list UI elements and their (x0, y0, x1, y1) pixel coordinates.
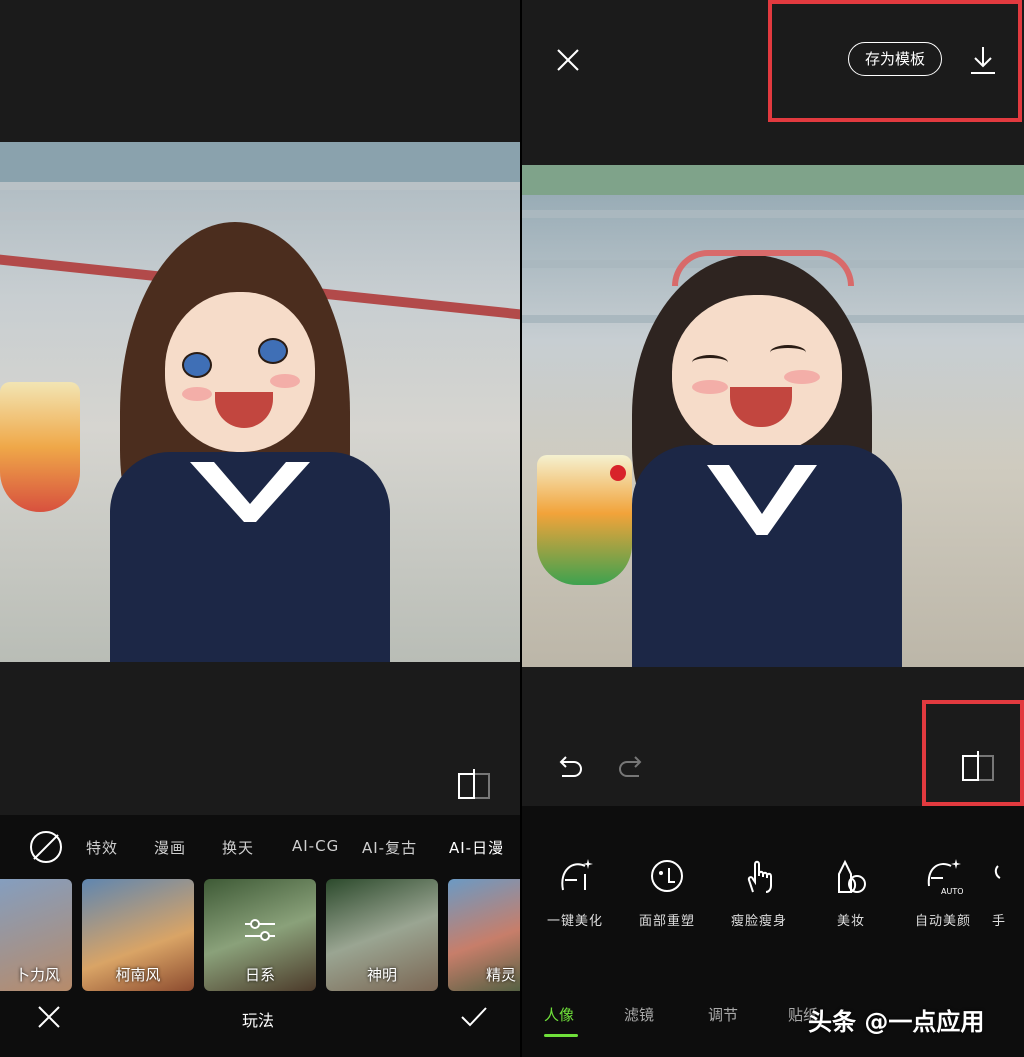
style-thumb[interactable]: 精灵 (448, 879, 520, 991)
save-template-button[interactable]: 存为模板 (848, 42, 942, 76)
style-thumb[interactable]: 神明 (326, 879, 438, 991)
svg-text:AUTO: AUTO (941, 887, 963, 896)
tab-ai-cg[interactable]: AI-CG (292, 837, 339, 855)
auto-beauty-icon: AUTO (923, 856, 964, 896)
face-reshape-icon (647, 856, 687, 896)
hand-touch-icon (739, 856, 779, 896)
tool-hand[interactable]: 手 (992, 856, 1024, 929)
sliders-icon[interactable] (243, 915, 277, 945)
tool-one-click-beautify[interactable]: 一键美化 (532, 856, 618, 929)
tab-sky[interactable]: 换天 (222, 837, 254, 858)
anime-photo-left (0, 142, 520, 662)
style-thumb-selected[interactable]: 日系 (204, 879, 316, 991)
close-icon[interactable] (556, 48, 580, 72)
tool-face-reshape[interactable]: 面部重塑 (624, 856, 710, 929)
close-icon[interactable] (37, 1005, 61, 1029)
download-icon[interactable] (969, 45, 997, 75)
effects-toolbar: 特效 漫画 换天 AI-CG AI-复古 AI-日漫 卜力风 柯南风 日系 神明… (0, 815, 520, 1057)
tab-effects[interactable]: 特效 (86, 837, 118, 858)
right-editor-panel: 存为模板 一键美化 面部重塑 瘦脸瘦身 美妆 AUTO 自动美颜 手 人像 滤镜… (522, 0, 1024, 1057)
beauty-toolbar: 一键美化 面部重塑 瘦脸瘦身 美妆 AUTO 自动美颜 手 人像 滤镜 调节 贴… (522, 806, 1024, 1057)
panel-title: 玩法 (242, 1011, 275, 1030)
tab-ai-retro[interactable]: AI-复古 (362, 837, 417, 858)
style-thumbnails: 卜力风 柯南风 日系 神明 精灵 (0, 879, 520, 991)
tool-makeup[interactable]: 美妆 (808, 856, 894, 929)
redo-icon[interactable] (617, 754, 645, 778)
tab-ai-anime[interactable]: AI-日漫 (449, 837, 504, 858)
tool-auto-beauty[interactable]: AUTO 自动美颜 (900, 856, 986, 929)
hand-icon (992, 856, 1024, 896)
effect-tabs: 特效 漫画 换天 AI-CG AI-复古 AI-日漫 (0, 831, 520, 863)
undo-icon[interactable] (556, 754, 584, 778)
tab-portrait[interactable]: 人像 (544, 1004, 574, 1025)
check-icon[interactable] (460, 1005, 488, 1029)
style-thumb[interactable]: 柯南风 (82, 879, 194, 991)
watermark: 头条 @一点应用 (808, 1008, 985, 1036)
left-bottom-actions: 玩法 (0, 1005, 520, 1045)
style-thumb[interactable]: 卜力风 (0, 879, 72, 991)
left-editor-panel: 特效 漫画 换天 AI-CG AI-复古 AI-日漫 卜力风 柯南风 日系 神明… (0, 0, 520, 1057)
compare-icon[interactable] (458, 769, 492, 799)
face-sparkle-icon (555, 856, 595, 896)
tab-adjust[interactable]: 调节 (708, 1004, 738, 1025)
tab-comic[interactable]: 漫画 (154, 837, 186, 858)
tool-slim-face-body[interactable]: 瘦脸瘦身 (716, 856, 802, 929)
compare-icon[interactable] (962, 751, 996, 781)
tab-filters[interactable]: 滤镜 (624, 1004, 654, 1025)
no-effect-icon[interactable] (30, 831, 62, 863)
anime-photo-right (522, 165, 1024, 667)
makeup-icon (831, 856, 871, 896)
active-tab-indicator (544, 1034, 578, 1037)
